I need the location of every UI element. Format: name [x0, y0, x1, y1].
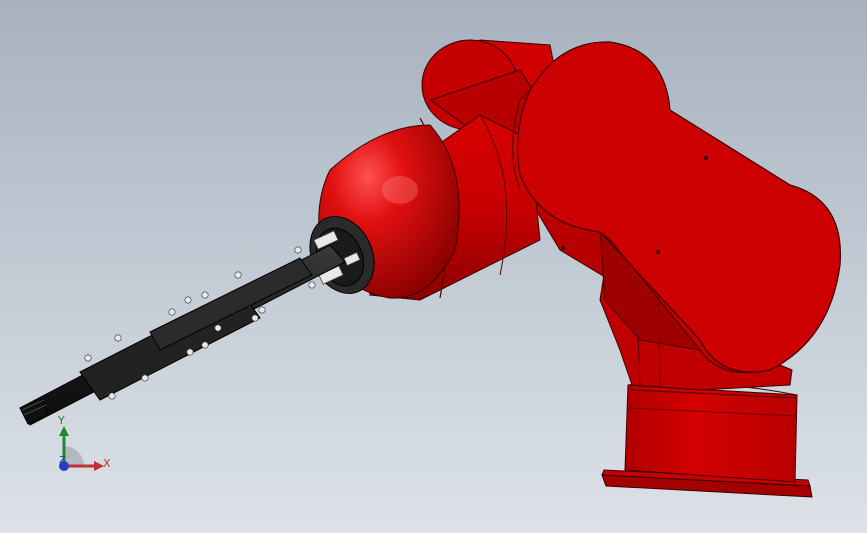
triad-y-label: Y	[58, 414, 65, 427]
triad-x-label: X	[103, 457, 111, 470]
main-link-plate[interactable]	[512, 41, 842, 374]
end-effector-tool[interactable]	[19, 244, 346, 426]
triad-z-label: Z	[59, 455, 66, 466]
triad-axes-icon	[59, 426, 104, 471]
robot-arm-model[interactable]	[0, 0, 867, 533]
orientation-triad: Y X Z	[40, 408, 120, 488]
base-pedestal[interactable]	[601, 382, 813, 498]
cad-viewport[interactable]: Y X Z	[0, 0, 867, 533]
